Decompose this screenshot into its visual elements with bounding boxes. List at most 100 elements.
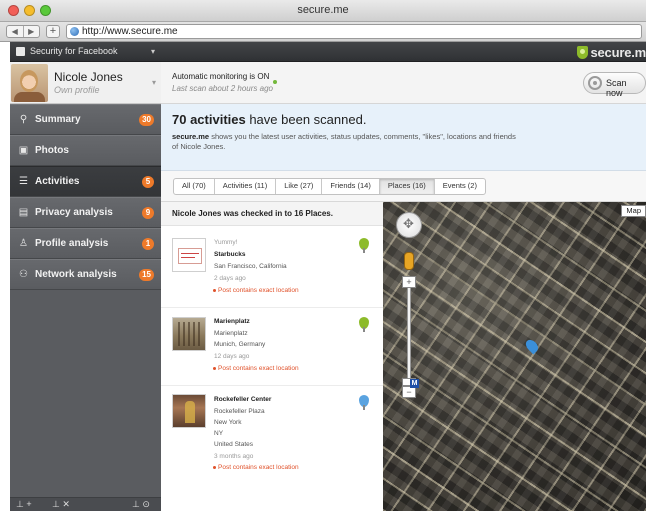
map-pin-icon[interactable] [359,317,369,332]
post-time: 3 months ago [214,453,254,460]
activity-count: 70 activities [172,112,246,127]
place-name: Starbucks [214,251,246,258]
sidebar-item-label: Summary [35,114,81,125]
last-scan-time: Last scan about 2 hours ago [172,84,273,93]
sidebar-item-label: Photos [35,145,69,156]
sidebar-footer: ⊥ + ⊥ ✕ ⊥ ⊙ [10,497,161,511]
map-location-pin-icon[interactable] [523,337,541,355]
magnifier-icon: ⚲ [19,114,28,125]
map-type-button[interactable]: Map [621,205,646,217]
tab-activities[interactable]: Activities (11) [213,179,275,194]
sidebar: Security for Facebook ▾ Nicole Jones Own… [10,42,161,511]
profile-selector[interactable]: Nicole Jones Own profile ▾ [10,62,161,104]
browser-toolbar: ◀ ▶ + http://www.secure.me [0,22,646,42]
address-text[interactable]: http://www.secure.me [82,26,178,37]
add-friend-button[interactable]: ⊥ + [16,499,32,510]
map-pin-icon[interactable] [359,238,369,253]
count-badge: 5 [142,176,154,188]
shield-icon [576,45,588,59]
chevron-down-icon[interactable]: ▾ [152,78,156,87]
privacy-icon: ▤ [18,207,29,218]
sidebar-nav: ⚲ Summary 30 ▣ Photos ☰ Activities 5 ▤ P… [10,104,161,290]
page-title: 70 activities have been scanned. [172,112,366,127]
brand-logo: secure.m [576,44,646,60]
location-warning[interactable]: Post contains exact location [213,365,299,372]
place-state: NY [214,430,224,437]
place-thumbnail [172,238,206,272]
location-warning[interactable]: Post contains exact location [213,464,299,471]
scan-icon [588,76,602,90]
list-item[interactable]: Rockefeller Center Rockefeller Plaza New… [161,386,383,484]
profile-subtitle: Own profile [54,85,100,95]
street-view-pegman-icon[interactable] [404,252,414,270]
place-thumbnail [172,317,206,351]
places-header: Nicole Jones was checked in to 16 Places… [161,202,383,226]
profile-name: Nicole Jones [54,70,123,84]
activity-icon: ☰ [19,176,28,187]
app-selector[interactable]: Security for Facebook ▾ [10,42,161,62]
pan-control[interactable] [396,212,422,238]
post-time: 12 days ago [214,353,250,360]
scan-now-button[interactable]: Scan now [583,72,646,98]
place-country: United States [214,441,254,448]
post-time: 2 days ago [214,275,246,282]
back-button[interactable]: ◀ [7,26,23,37]
history-buttons: ◀ ▶ [6,25,40,38]
sidebar-item-label: Profile analysis [35,238,109,249]
count-badge: 9 [142,207,154,219]
filter-tabs: All (70) Activities (11) Like (27) Frien… [173,178,486,195]
status-dot [273,80,277,84]
chevron-down-icon[interactable]: ▾ [151,47,155,56]
list-item[interactable]: Marienplatz Marienplatz Munich, Germany … [161,308,383,386]
tab-places[interactable]: Places (16) [378,179,434,194]
sidebar-item-label: Activities [35,176,80,187]
place-name: Marienplatz [214,318,250,325]
zoom-slider-track[interactable] [407,276,411,386]
remove-friend-button[interactable]: ⊥ ✕ [52,499,70,510]
sidebar-item-profile-analysis[interactable]: ♙ Profile analysis 1 [10,228,161,259]
address-field[interactable]: http://www.secure.me [66,24,642,39]
sidebar-item-label: Network analysis [35,269,117,280]
place-city: Munich, Germany [214,341,266,348]
place-address: Rockefeller Plaza [214,408,265,415]
place-address: Marienplatz [214,330,248,337]
profile-icon: ♙ [19,238,28,249]
brand-name: secure.m [590,44,646,60]
sidebar-item-network-analysis[interactable]: ⚇ Network analysis 15 [10,259,161,290]
facebook-icon [16,47,25,56]
sidebar-item-activities[interactable]: ☰ Activities 5 [10,166,161,197]
sidebar-item-summary[interactable]: ⚲ Summary 30 [10,104,161,135]
count-badge: 15 [139,269,154,281]
tab-all[interactable]: All (70) [174,179,214,194]
window-title: secure.me [297,4,349,16]
brand-inline: secure.me [172,132,210,141]
places-header-text: Nicole Jones was checked in to 16 Places… [172,209,333,218]
heading-rest: have been scanned. [245,112,367,127]
places-list: Nicole Jones was checked in to 16 Places… [161,202,383,511]
tab-like[interactable]: Like (27) [275,179,321,194]
subway-marker-icon: M [410,379,419,388]
sidebar-item-privacy-analysis[interactable]: ▤ Privacy analysis 9 [10,197,161,228]
monitoring-bar: Automatic monitoring is ON Last scan abo… [161,62,646,104]
tab-events[interactable]: Events (2) [433,179,485,194]
sidebar-item-label: Privacy analysis [35,207,113,218]
summary-banner: 70 activities have been scanned. secure.… [161,104,646,171]
list-item[interactable]: Yummy! Starbucks San Francisco, Californ… [161,226,383,308]
globe-icon [70,27,79,36]
description-text: shows you the latest user activities, st… [172,132,516,151]
sidebar-item-photos[interactable]: ▣ Photos [10,135,161,166]
map-pin-icon[interactable] [359,395,369,410]
lock-button[interactable]: ⊥ ⊙ [132,499,150,510]
tab-friends[interactable]: Friends (14) [321,179,378,194]
location-warning[interactable]: Post contains exact location [213,287,299,294]
satellite-map[interactable]: + − M Map [383,202,646,511]
place-name: Rockefeller Center [214,396,272,403]
place-thumbnail [172,394,206,428]
window-titlebar: secure.me [0,0,646,22]
forward-button[interactable]: ▶ [22,26,40,37]
place-address: San Francisco, California [214,263,287,270]
network-icon: ⚇ [19,269,28,280]
monitoring-status: Automatic monitoring is ON [172,72,270,81]
zoom-in-button[interactable]: + [402,276,416,288]
new-tab-button[interactable]: + [46,25,60,38]
